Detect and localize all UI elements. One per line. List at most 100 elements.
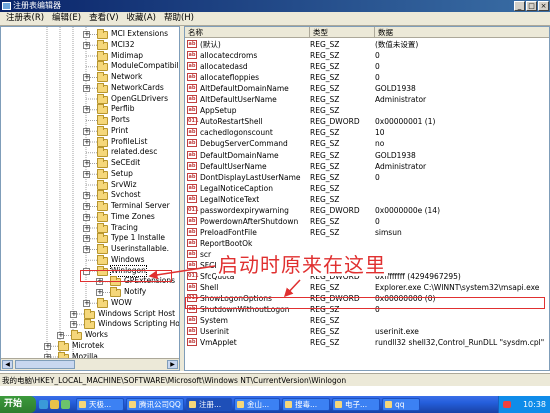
expand-icon[interactable]: + [83,224,90,232]
value-row[interactable]: ab LegalNoticeText REG_SZ [185,194,549,205]
value-row[interactable]: ab DefaultDomainName REG_SZ GOLD1938 [185,150,549,161]
expand-icon[interactable]: + [83,41,90,49]
values-list[interactable]: 名称 类型 数据 ab (默认) REG_SZ (数值未设置) ab allocatecd… [184,26,550,371]
folder-icon[interactable] [50,400,59,409]
scroll-right-icon[interactable]: ▶ [167,360,178,369]
start-button[interactable]: 开始 [0,396,36,413]
value-row[interactable]: ab (默认) REG_SZ (数值未设置) [185,39,549,50]
menu-help[interactable]: 帮助(H) [160,12,198,25]
value-row[interactable]: ab AltDefaultDomainName REG_SZ GOLD1938 [185,83,549,94]
tree-item[interactable]: + Notify [1,287,179,298]
value-row[interactable]: ab System REG_SZ [185,315,549,326]
value-row[interactable]: ab AltDefaultUserName REG_SZ Administrator [185,94,549,105]
expand-icon[interactable]: + [83,170,90,178]
minimize-button[interactable]: _ [514,1,525,11]
ie-icon[interactable] [39,400,48,409]
taskbar-button[interactable]: 搜毒... [282,398,330,411]
maximize-button[interactable]: □ [526,1,537,11]
tree-item[interactable]: OpenGLDrivers [1,93,179,105]
tree-item[interactable]: + Userinstallable. [1,244,179,255]
tree-item[interactable]: + Works [1,330,179,341]
menu-favorites[interactable]: 收藏(A) [123,12,160,25]
tray-qq-icon[interactable] [503,401,511,408]
column-name[interactable]: 名称 [185,27,310,38]
close-button[interactable]: × [538,1,549,11]
tree-item[interactable]: + Windows Scripting Host [1,319,179,330]
value-row[interactable]: ab DebugServerCommand REG_SZ no [185,138,549,149]
tree-item[interactable]: Ports [1,115,179,126]
column-data[interactable]: 数据 [375,27,549,38]
expand-icon[interactable]: + [70,310,77,318]
expand-icon[interactable]: + [96,289,103,296]
tree-item[interactable]: + Terminal Server [1,201,179,212]
value-row[interactable]: ab VmApplet REG_SZ rundll32 shell32,Control… [185,337,549,348]
tree-item[interactable]: + SeCEdit [1,158,179,169]
tree-item[interactable]: ModuleCompatibili [1,61,179,72]
tree-item[interactable]: + Type 1 Installe [1,233,179,244]
tree-item[interactable]: related.desc [1,147,179,158]
value-row[interactable]: ab ReportBootOk [185,238,549,249]
value-row[interactable]: 011 AutoRestartShell REG_DWORD 0x00000001 (… [185,116,549,127]
expand-icon[interactable]: + [70,321,77,329]
value-row[interactable]: ab allocatefloppies REG_SZ 0 [185,72,549,83]
expand-icon[interactable]: + [83,246,90,253]
value-row[interactable]: ab allocatecdroms REG_SZ 0 [185,50,549,61]
value-row[interactable]: ab cachedlogonscount REG_SZ 10 [185,127,549,138]
value-row[interactable]: ab allocatedasd REG_SZ 0 [185,61,549,72]
tree-item[interactable]: + Windows Script Host [1,308,179,320]
expand-icon[interactable]: + [83,203,90,210]
tree-item[interactable]: + Setup [1,168,179,180]
tree-item[interactable]: SrvWiz [1,179,179,191]
value-row[interactable]: ab Userinit REG_SZ userinit.exe [185,326,549,337]
value-row[interactable]: ab PowerdownAfterShutdown REG_SZ 0 [185,216,549,227]
value-row[interactable]: ab AppSetup REG_SZ [185,105,549,116]
tree-item[interactable]: Windows [1,254,179,266]
expand-icon[interactable]: + [57,332,64,339]
value-row[interactable]: ab LegalNoticeCaption REG_SZ [185,183,549,194]
value-row[interactable]: 011 passwordexpirywarning REG_DWORD 0x00000… [185,205,549,216]
expand-icon[interactable]: + [44,342,51,350]
value-row[interactable]: ab PreloadFontFile REG_SZ simsun [185,227,549,238]
taskbar-button[interactable]: 电子... [332,398,380,411]
column-type[interactable]: 类型 [310,27,375,38]
expand-icon[interactable]: + [83,192,90,200]
value-row[interactable]: ab DontDisplayLastUserName REG_SZ 0 [185,172,549,183]
tree-item[interactable]: + ProfileList [1,136,179,148]
tree-item[interactable]: + NetworkCards [1,82,179,94]
tree-item[interactable]: + MCI Extensions [1,29,179,40]
tree-item[interactable]: Midimap [1,50,179,62]
tree-item[interactable]: + WOW [1,297,179,309]
scrollbar-thumb[interactable] [15,360,75,369]
tree-item[interactable]: + Print [1,125,179,137]
tree-item[interactable]: + Svchost [1,190,179,201]
desktop-icon[interactable] [61,400,70,409]
menu-edit[interactable]: 编辑(E) [48,12,85,25]
scroll-left-icon[interactable]: ◀ [2,360,13,369]
expand-icon[interactable]: + [83,127,90,135]
taskbar-button[interactable]: qq [382,398,420,411]
tree-item[interactable]: + Microtek [1,340,179,352]
expand-icon[interactable]: + [83,160,90,167]
taskbar-button[interactable]: 金山... [234,398,280,411]
value-row[interactable]: ab DefaultUserName REG_SZ Administrator [185,161,549,172]
taskbar-button[interactable]: 腾讯公司QQ [126,398,184,411]
tree-item[interactable]: + Time Zones [1,211,179,223]
expand-icon[interactable]: + [83,74,90,81]
tree-item[interactable]: + Perflib [1,104,179,115]
taskbar-button[interactable]: 注册... [186,398,232,411]
expand-icon[interactable]: + [83,106,90,114]
menu-registry[interactable]: 注册表(R) [2,12,48,25]
expand-icon[interactable]: + [83,138,90,146]
expand-icon[interactable]: + [83,31,90,38]
expand-icon[interactable]: + [83,235,90,243]
expand-icon[interactable]: + [83,213,90,221]
taskbar-button[interactable]: 天极... [76,398,124,411]
tree-item[interactable]: + Tracing [1,222,179,234]
value-row[interactable]: ab Shell REG_SZ Explorer.exe C:\WINNT\syste… [185,282,549,293]
menu-view[interactable]: 查看(V) [85,12,122,25]
expand-icon[interactable]: + [83,299,90,307]
registry-tree[interactable]: + MCI Extensions + MCI32 Midimap ModuleCompat… [0,26,180,371]
tree-horizontal-scrollbar[interactable]: ◀ ▶ [1,358,179,370]
tree-item[interactable]: + MCI32 [1,39,179,51]
expand-icon[interactable]: + [83,84,90,92]
